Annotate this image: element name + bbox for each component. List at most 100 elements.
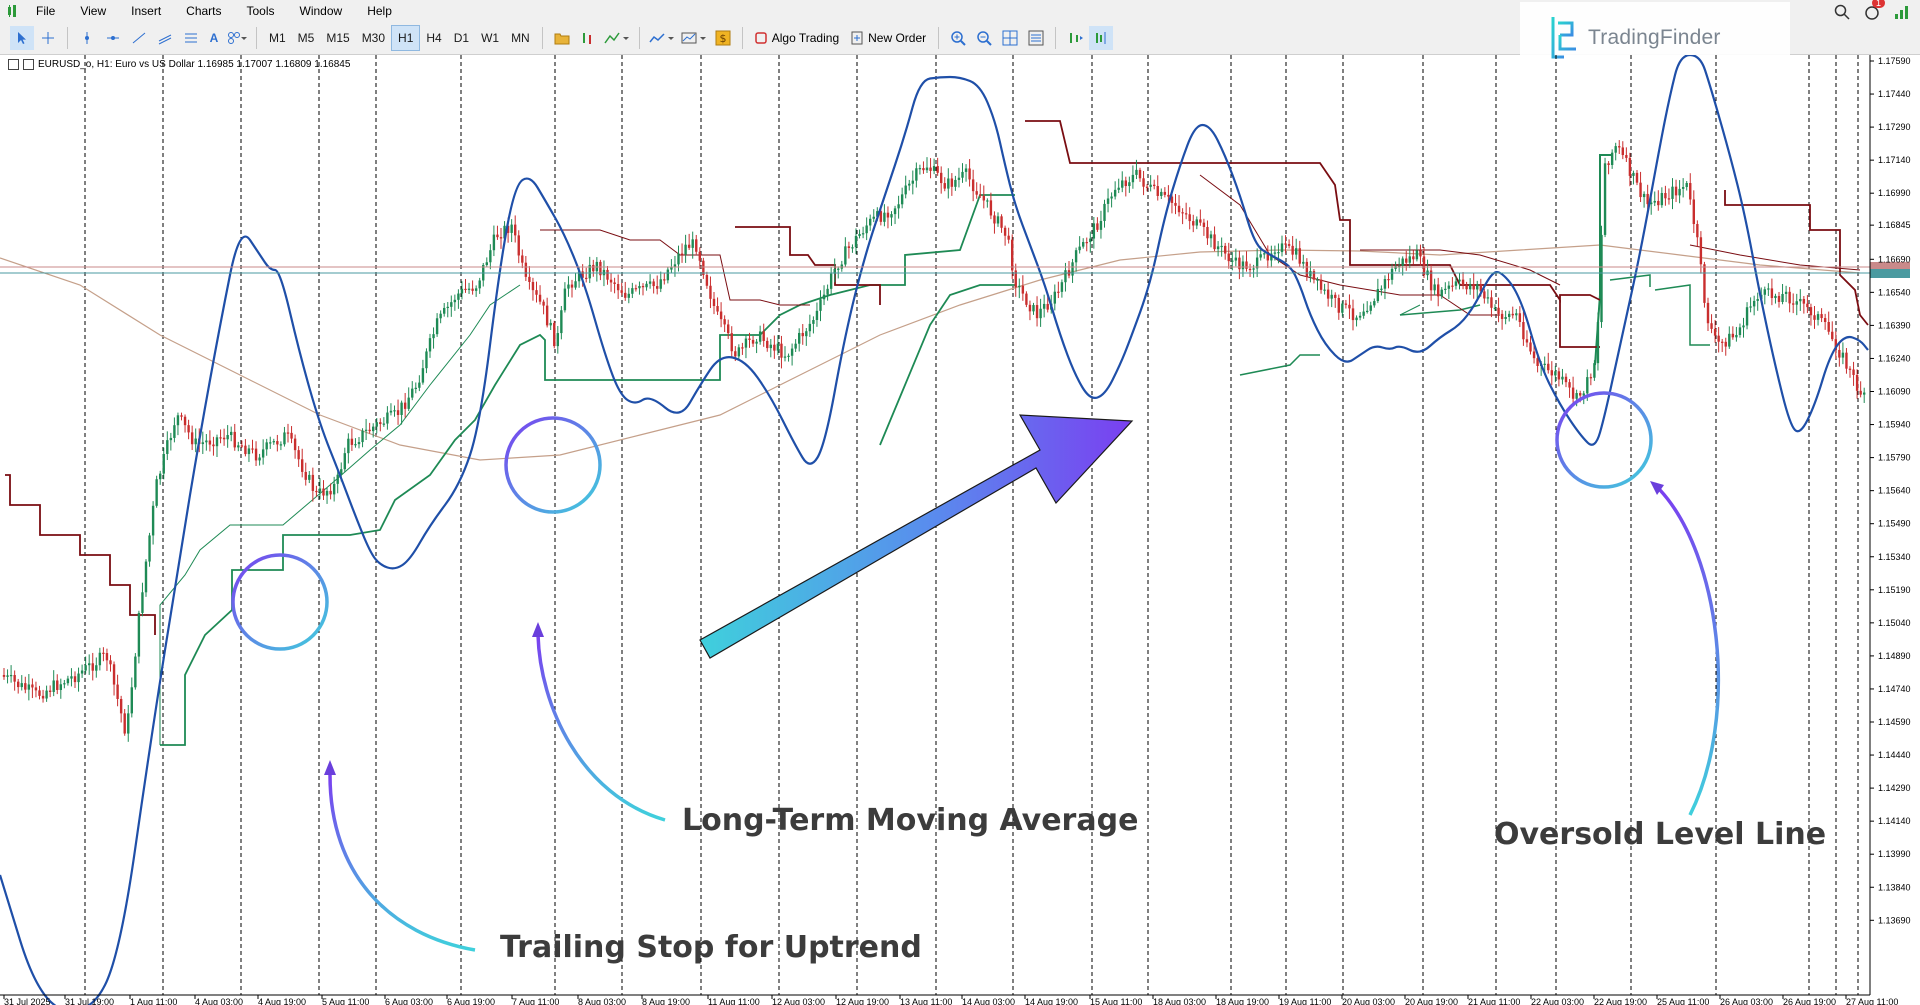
candle-body <box>570 284 574 288</box>
moving-average-line <box>0 244 1861 461</box>
zoom-in-icon[interactable] <box>946 26 970 50</box>
candle-body <box>659 279 662 289</box>
scroll-chart-icon[interactable] <box>1063 26 1087 50</box>
candle-body <box>1177 205 1181 213</box>
new-order-button[interactable]: New Order <box>845 26 932 50</box>
candle-body <box>1451 285 1454 287</box>
candle-body <box>631 288 634 294</box>
templates-icon[interactable] <box>679 26 709 50</box>
price-label: 1.16090 <box>1878 387 1911 397</box>
candle-body <box>801 332 804 337</box>
fibonacci-icon[interactable] <box>179 26 203 50</box>
chart-shift-icon[interactable] <box>1089 26 1114 50</box>
line-studies-icon[interactable] <box>602 26 632 50</box>
candle-body <box>31 684 34 688</box>
search-icon[interactable] <box>1834 4 1850 23</box>
menu-view[interactable]: View <box>70 4 121 18</box>
tile-windows-icon[interactable] <box>998 26 1022 50</box>
candle-body <box>773 344 776 351</box>
candle-body <box>663 279 666 281</box>
timeframe-m15[interactable]: M15 <box>320 26 355 50</box>
notifications-icon[interactable]: 1 <box>1864 0 1886 23</box>
chart-menu-icon[interactable] <box>8 59 19 70</box>
candle-body <box>1465 285 1468 290</box>
candle-body <box>609 279 613 283</box>
zoom-out-icon[interactable] <box>972 26 996 50</box>
chart-area[interactable]: 1.17590 1.17440 1.17290 1.17140 1.16990 1.168… <box>0 55 1920 1005</box>
candle-body <box>1529 342 1532 352</box>
candle-body <box>1280 243 1284 253</box>
candle-body <box>1809 307 1813 316</box>
trendline-icon[interactable] <box>127 26 151 50</box>
candle-body <box>1603 163 1607 235</box>
shapes-dropdown-icon[interactable] <box>225 26 249 50</box>
vertical-line-icon[interactable] <box>75 26 99 50</box>
candle-body <box>567 284 570 289</box>
candle-body <box>432 334 435 339</box>
timeframe-mn[interactable]: MN <box>505 26 536 50</box>
menu-tools[interactable]: Tools <box>237 4 290 18</box>
candle-body <box>918 168 922 170</box>
candle-body <box>1291 245 1294 255</box>
price-label: 1.13840 <box>1878 882 1911 892</box>
timeframe-h1[interactable]: H1 <box>391 25 421 51</box>
candle-body <box>1007 235 1010 240</box>
candle-body <box>1326 289 1330 299</box>
time-label: 4 Aug 03:00 <box>195 997 243 1005</box>
price-label: 1.14740 <box>1878 684 1911 694</box>
menu-help[interactable]: Help <box>357 4 407 18</box>
crosshair-icon[interactable] <box>36 26 60 50</box>
topright-controls: 1 <box>1834 0 1910 23</box>
indicators-icon[interactable] <box>576 26 600 50</box>
text-icon[interactable]: A <box>205 26 223 50</box>
candle-body <box>127 713 130 734</box>
candle-body <box>1692 199 1695 225</box>
menu-file[interactable]: File <box>26 4 70 18</box>
folder-icon[interactable] <box>550 26 574 50</box>
candle-body <box>411 388 414 398</box>
candle-body <box>1625 155 1628 158</box>
price-chart[interactable]: 1.17590 1.17440 1.17290 1.17140 1.16990 1.168… <box>0 55 1920 1005</box>
candle-body <box>1202 222 1206 227</box>
cursor-icon[interactable] <box>10 26 34 50</box>
candle-body <box>851 247 854 249</box>
candle-body <box>1319 279 1323 290</box>
candle-body <box>869 218 872 226</box>
price-label: 1.15040 <box>1878 618 1911 628</box>
candle-body <box>169 437 173 441</box>
time-label: 14 Aug 03:00 <box>962 997 1015 1005</box>
timeframe-h4[interactable]: H4 <box>420 26 447 50</box>
candle-body <box>790 348 794 356</box>
candle-body <box>1295 248 1298 255</box>
candle-body <box>737 347 741 357</box>
pointer-arrow-moving-average <box>536 634 666 822</box>
candle-body <box>418 382 421 388</box>
candle-body <box>1234 257 1238 261</box>
dollar-icon[interactable]: $ <box>711 26 735 50</box>
timeframe-m1[interactable]: M1 <box>263 26 292 50</box>
menu-insert[interactable]: Insert <box>121 4 176 18</box>
menu-window[interactable]: Window <box>290 4 358 18</box>
menu-charts[interactable]: Charts <box>176 4 236 18</box>
timeframe-m30[interactable]: M30 <box>356 26 391 50</box>
chart-type-icon[interactable] <box>647 26 677 50</box>
candle-body <box>151 505 155 536</box>
candle-body <box>950 178 954 187</box>
candle-body <box>354 444 357 446</box>
properties-icon[interactable] <box>1024 26 1048 50</box>
algo-trading-button[interactable]: Algo Trading <box>749 26 845 50</box>
channel-icon[interactable] <box>153 26 177 50</box>
timeframe-d1[interactable]: D1 <box>448 26 475 50</box>
horizontal-line-icon[interactable] <box>101 26 125 50</box>
candle-body <box>1575 393 1578 399</box>
candle-body <box>1408 256 1411 263</box>
grid-lines <box>84 55 1859 995</box>
candle-body <box>748 338 751 340</box>
chart-symbol-icon[interactable] <box>23 59 34 70</box>
candle-body <box>389 410 393 413</box>
candle-body <box>343 453 346 470</box>
candle-body <box>1827 321 1830 332</box>
timeframe-w1[interactable]: W1 <box>475 26 505 50</box>
candle-body <box>201 442 204 445</box>
timeframe-m5[interactable]: M5 <box>292 26 321 50</box>
